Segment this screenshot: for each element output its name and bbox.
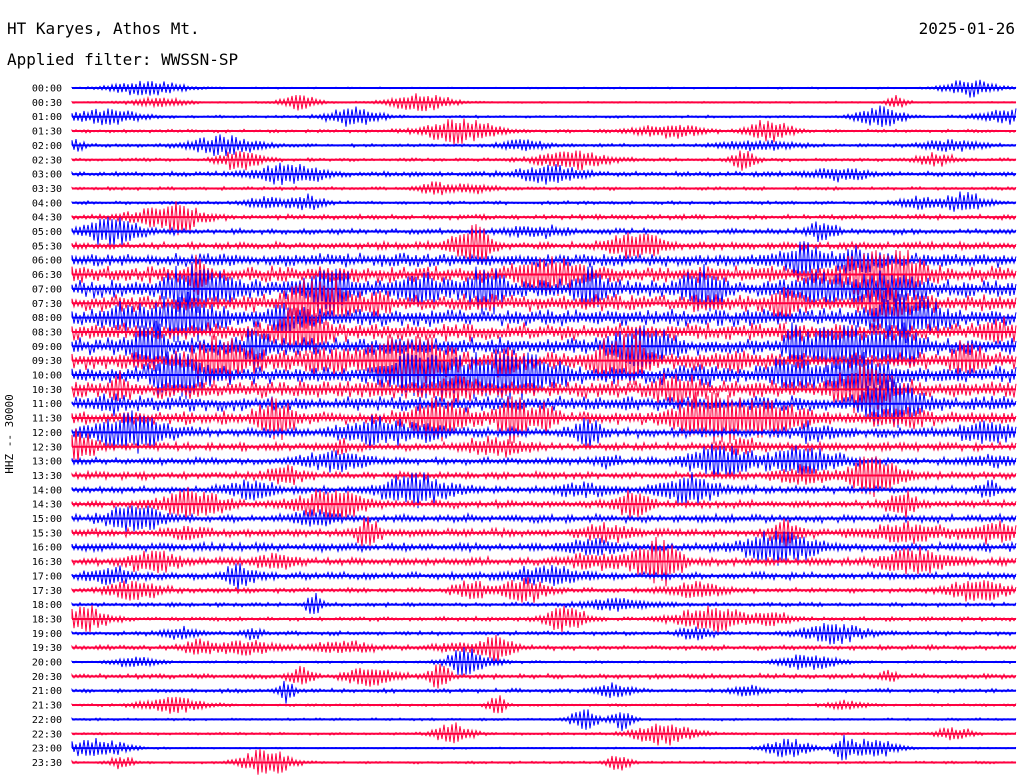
time-label: 13:00 [32, 457, 62, 468]
time-label: 20:00 [32, 658, 62, 669]
time-label: 16:00 [32, 543, 62, 554]
time-label: 08:30 [32, 327, 62, 338]
time-label: 23:30 [32, 758, 62, 769]
time-label: 01:00 [32, 112, 62, 123]
time-label: 00:00 [32, 84, 62, 95]
time-label: 04:00 [32, 198, 62, 209]
time-label: 04:30 [32, 213, 62, 224]
time-label: 22:30 [32, 729, 62, 740]
time-label: 02:30 [32, 155, 62, 166]
time-label: 12:00 [32, 428, 62, 439]
time-label: 20:30 [32, 672, 62, 683]
time-label: 18:30 [32, 614, 62, 625]
time-label: 02:00 [32, 141, 62, 152]
time-label: 17:30 [32, 586, 62, 597]
time-label: 15:30 [32, 528, 62, 539]
time-label: 21:30 [32, 701, 62, 712]
time-label: 10:00 [32, 371, 62, 382]
time-label: 07:30 [32, 299, 62, 310]
trace-18-00 [71, 593, 1017, 615]
time-label: 10:30 [32, 385, 62, 396]
time-label: 19:00 [32, 629, 62, 640]
time-label: 06:30 [32, 270, 62, 281]
time-label: 17:00 [32, 571, 62, 582]
time-label: 01:30 [32, 127, 62, 138]
time-label: 05:00 [32, 227, 62, 238]
time-label: 09:00 [32, 342, 62, 353]
time-label: 14:00 [32, 485, 62, 496]
seismogram-plot: 00:00 00:30 01:00 01:30 02:00 02:30 03:00 03:30… [32, 79, 1017, 775]
time-label: 05:30 [32, 241, 62, 252]
time-label: 22:00 [32, 715, 62, 726]
time-label: 00:30 [32, 98, 62, 109]
time-label: 12:30 [32, 442, 62, 453]
time-label: 09:30 [32, 356, 62, 367]
time-label: 14:30 [32, 500, 62, 511]
trace-21-00 [71, 680, 1017, 704]
time-label: 16:30 [32, 557, 62, 568]
time-label: 19:30 [32, 643, 62, 654]
time-label: 21:00 [32, 686, 62, 697]
time-label: 11:30 [32, 414, 62, 425]
time-label: 11:00 [32, 399, 62, 410]
time-label: 13:30 [32, 471, 62, 482]
time-label: 18:00 [32, 600, 62, 611]
time-label: 08:00 [32, 313, 62, 324]
time-label: 03:30 [32, 184, 62, 195]
time-label: 07:00 [32, 284, 62, 295]
trace-04-00 [71, 191, 1017, 212]
trace-19-30 [71, 634, 1017, 664]
time-label: 03:00 [32, 170, 62, 181]
time-label: 06:00 [32, 256, 62, 267]
time-label: 15:00 [32, 514, 62, 525]
time-label: 23:00 [32, 744, 62, 755]
